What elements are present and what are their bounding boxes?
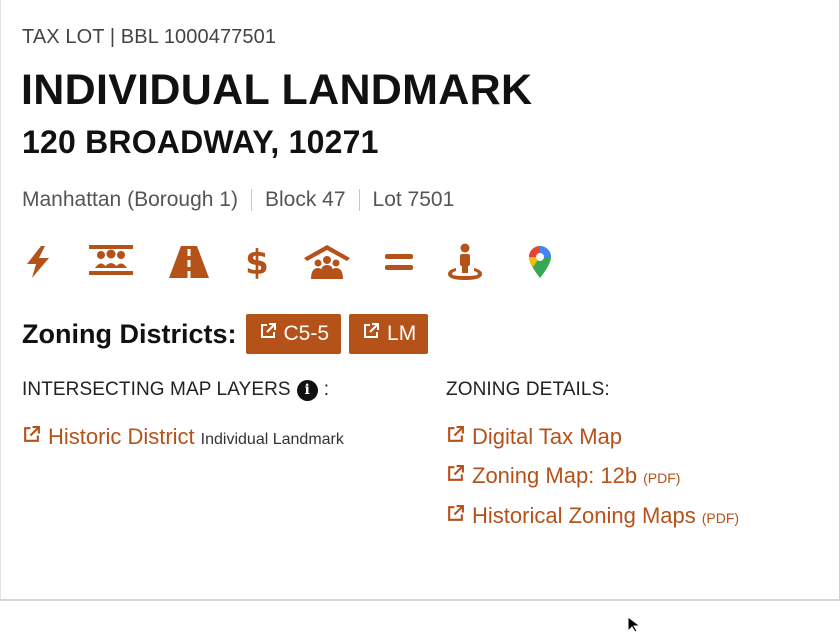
- zoning-district-label: C5-5: [283, 322, 330, 345]
- external-link-icon: [22, 424, 41, 450]
- pdf-tag: (PDF): [643, 470, 681, 486]
- mouse-cursor-icon: [627, 616, 643, 632]
- person-location-icon[interactable]: [445, 240, 485, 284]
- zoning-districts-label: Zoning Districts:: [22, 318, 237, 349]
- external-link-icon: [259, 322, 277, 346]
- lot-text: Lot 7501: [372, 188, 455, 211]
- block-text: Block 47: [264, 188, 346, 211]
- zoning-district-button-lm[interactable]: LM: [349, 314, 429, 354]
- housing-icon[interactable]: [301, 240, 353, 284]
- zoning-map-label: Zoning Map: 12b: [472, 463, 638, 488]
- equals-icon[interactable]: [382, 240, 416, 284]
- pdf-tag: (PDF): [701, 510, 740, 526]
- svg-text:$: $: [245, 244, 269, 280]
- external-link-icon: [446, 503, 465, 529]
- heading-colon: :: [323, 379, 330, 400]
- external-link-icon: [446, 424, 465, 450]
- lightning-icon[interactable]: [22, 240, 54, 284]
- digital-tax-map-link[interactable]: Digital Tax Map: [446, 424, 622, 450]
- page-title: INDIVIDUAL LANDMARK: [21, 66, 533, 114]
- zoning-map-link[interactable]: Zoning Map: 12b (PDF): [446, 463, 680, 489]
- tax-lot-panel: TAX LOT | BBL 1000477501 INDIVIDUAL LAND…: [0, 0, 840, 632]
- info-icon[interactable]: i: [296, 379, 318, 401]
- digital-tax-map-label: Digital Tax Map: [472, 424, 622, 449]
- historic-district-link[interactable]: Historic District Individual Landmark: [22, 424, 344, 450]
- community-board-icon[interactable]: [86, 240, 136, 284]
- google-maps-icon[interactable]: [525, 240, 555, 284]
- road-icon[interactable]: [167, 240, 211, 284]
- external-link-icon: [446, 463, 465, 489]
- zoning-details-heading: ZONING DETAILS:: [446, 379, 610, 400]
- zoning-district-button-c5-5[interactable]: C5-5: [245, 314, 342, 354]
- historic-district-link-label: Historic District: [48, 424, 195, 449]
- section-divider: [0, 599, 840, 601]
- bbl-eyebrow: TAX LOT | BBL 1000477501: [22, 26, 277, 48]
- historical-zoning-maps-link[interactable]: Historical Zoning Maps (PDF): [446, 503, 739, 529]
- intersecting-layers-heading: INTERSECTING MAP LAYERS i :: [22, 379, 329, 401]
- meta-divider: [358, 189, 360, 211]
- external-link-icon: [362, 322, 380, 346]
- lot-meta: Manhattan (Borough 1) Block 47 Lot 7501: [22, 188, 454, 212]
- zoning-district-label: LM: [387, 322, 417, 345]
- meta-divider: [250, 189, 252, 211]
- address-subtitle: 120 BROADWAY, 10271: [22, 124, 379, 160]
- zoning-districts: Zoning Districts: C5-5 LM: [22, 314, 436, 354]
- panel-left-border: [0, 0, 1, 600]
- historic-district-detail: Individual Landmark: [200, 431, 344, 448]
- historical-zoning-maps-label: Historical Zoning Maps: [472, 503, 696, 528]
- dollar-icon[interactable]: $: [242, 240, 272, 284]
- borough-text: Manhattan (Borough 1): [22, 188, 238, 211]
- intersecting-layers-heading-text: INTERSECTING MAP LAYERS: [22, 379, 291, 400]
